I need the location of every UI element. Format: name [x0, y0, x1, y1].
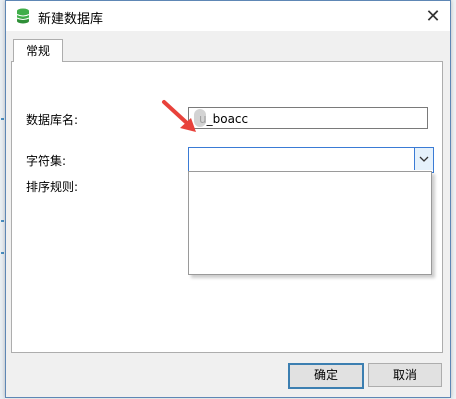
- title-bar[interactable]: 新建数据库 ✕: [6, 1, 450, 31]
- charset-dropdown-button[interactable]: [414, 148, 433, 170]
- database-name-input[interactable]: u_boacc: [188, 107, 428, 129]
- ok-button[interactable]: 确定: [288, 363, 364, 389]
- dialog-body: 常规 数据库名: u_boacc 字符集: 排序规则:: [6, 31, 450, 353]
- background-mark: [1, 118, 4, 120]
- database-icon: [16, 8, 30, 24]
- background-app-right-edge: [451, 0, 456, 399]
- dialog-footer: 确定 取消: [6, 353, 450, 397]
- database-name-label: 数据库名:: [26, 113, 79, 127]
- charset-label: 字符集:: [26, 154, 67, 168]
- charset-dropdown-list[interactable]: [188, 171, 432, 275]
- charset-select[interactable]: [188, 147, 434, 173]
- tab-general[interactable]: 常规: [13, 39, 63, 62]
- background-mark: [1, 252, 4, 254]
- background-mark: [1, 220, 4, 222]
- collation-label: 排序规则:: [26, 180, 79, 194]
- red-arrow-annotation: [162, 100, 196, 132]
- close-button[interactable]: ✕: [416, 1, 450, 31]
- close-icon: ✕: [425, 5, 441, 27]
- new-database-dialog: 新建数据库 ✕ 常规 数据库名: u_boacc 字符集: 排序规则: 确定 取…: [5, 0, 451, 398]
- chevron-down-icon: [419, 156, 429, 162]
- cancel-button[interactable]: 取消: [368, 363, 442, 387]
- general-panel: 数据库名: u_boacc 字符集: 排序规则:: [11, 61, 443, 353]
- window-title: 新建数据库: [38, 12, 104, 27]
